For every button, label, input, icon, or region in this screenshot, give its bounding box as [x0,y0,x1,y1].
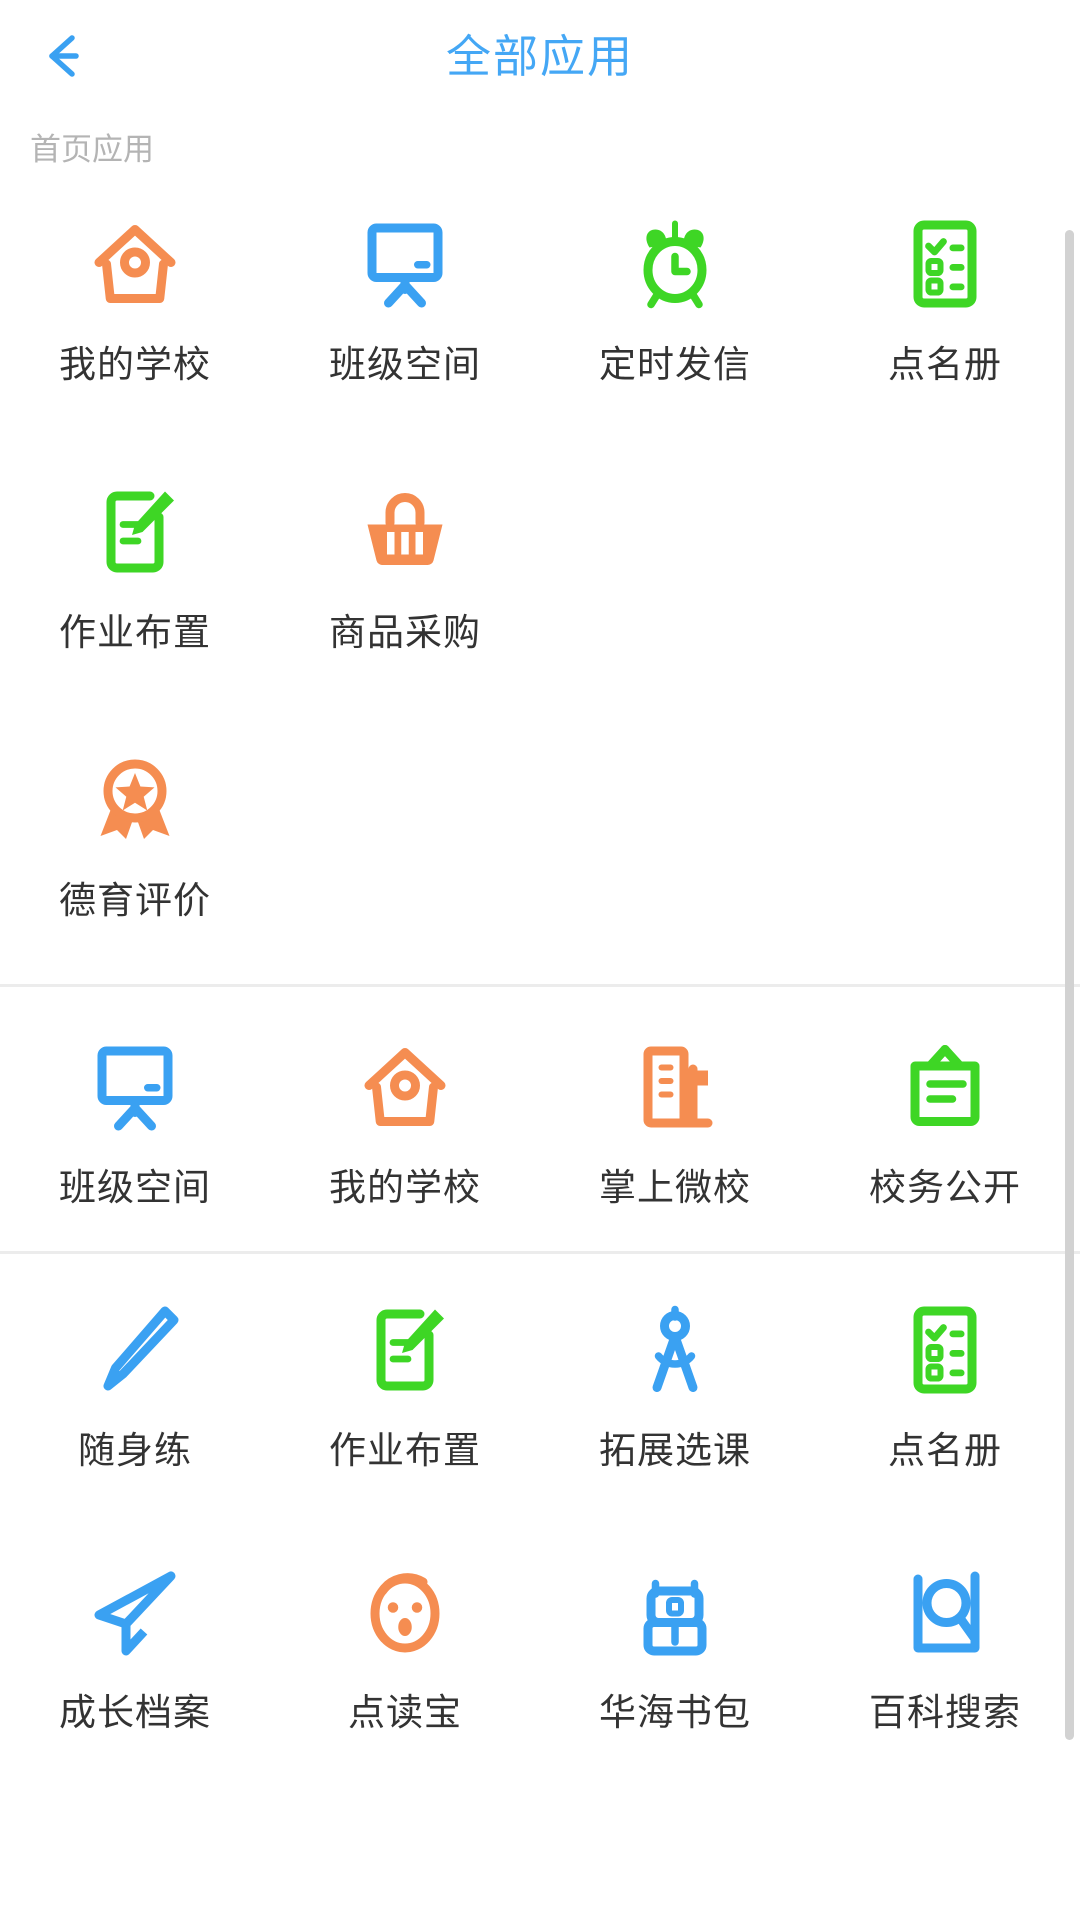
app-label: 校务公开 [869,1167,1021,1208]
app-label: 定时发信 [599,344,751,385]
app-label: 商品采购 [329,612,481,653]
face-icon [357,1564,453,1660]
app-label: 作业布置 [329,1430,481,1471]
scrollbar-thumb[interactable] [1065,230,1074,1740]
page-header: 全部应用 [0,0,1080,112]
app-label: 点名册 [888,344,1002,385]
app-item[interactable]: 作业布置 [270,1260,540,1522]
app-item[interactable]: 作业布置 [0,442,270,710]
backpack-icon [627,1564,723,1660]
app-item[interactable]: 随身练 [0,1260,270,1522]
app-label: 班级空间 [59,1167,211,1208]
app-label: 班级空间 [329,344,481,385]
app-label: 德育评价 [59,880,211,921]
app-label: 成长档案 [59,1692,211,1733]
building-flag-icon [627,1039,723,1135]
app-item[interactable]: 点读宝 [270,1522,540,1784]
note-pencil-icon [87,484,183,580]
app-item[interactable]: 我的学校 [0,174,270,442]
app-label: 作业布置 [59,612,211,653]
app-label: 我的学校 [329,1167,481,1208]
back-button[interactable] [24,10,116,102]
app-item[interactable]: 点名册 [810,174,1080,442]
paper-plane-icon [87,1564,183,1660]
search-page-icon [897,1564,993,1660]
house-icon [87,216,183,312]
app-grid: 班级空间 我的学校 掌上微校 校务公开 [0,997,1080,1251]
app-item[interactable]: 我的学校 [270,997,540,1251]
app-label: 我的学校 [59,344,211,385]
app-item[interactable]: 班级空间 [0,997,270,1251]
app-section-3: 随身练 作业布置 拓展选课 点名册成长档案 点读宝 华海书包 百科搜索 [0,1251,1080,1784]
page-title: 全部应用 [445,30,634,82]
scrollbar-track[interactable] [1065,112,1077,1920]
app-item[interactable]: 商品采购 [270,442,540,710]
app-item[interactable]: 华海书包 [540,1522,810,1784]
app-label: 拓展选课 [599,1430,751,1471]
app-item[interactable]: 校务公开 [810,997,1080,1251]
app-cell-empty [810,442,1080,710]
all-apps-screen: 全部应用 首页应用 我的学校 班级空间 定时发信 点名册 作业布置 商品采购 德育评价 班级空间… [0,0,1080,1920]
medal-star-icon [87,752,183,848]
checklist-icon [897,216,993,312]
app-item[interactable]: 掌上微校 [540,997,810,1251]
basket-icon [357,484,453,580]
app-cell-empty [540,442,810,710]
app-item[interactable]: 拓展选课 [540,1260,810,1522]
app-label: 点读宝 [348,1692,462,1733]
pen-icon [87,1302,183,1398]
app-label: 百科搜索 [869,1692,1021,1733]
app-item[interactable]: 德育评价 [0,710,270,978]
app-section-2: 班级空间 我的学校 掌上微校 校务公开 [0,984,1080,1251]
sections-container: 首页应用 我的学校 班级空间 定时发信 点名册 作业布置 商品采购 德育评价 班级空间 我的学校掌… [0,112,1080,1784]
whiteboard-icon [357,216,453,312]
app-item[interactable]: 成长档案 [0,1522,270,1784]
app-label: 随身练 [78,1430,192,1471]
alarm-clock-icon [627,216,723,312]
house-icon [357,1039,453,1135]
app-label: 点名册 [888,1430,1002,1471]
app-label: 华海书包 [599,1692,751,1733]
note-pencil-icon [357,1302,453,1398]
compass-icon [627,1302,723,1398]
app-item[interactable]: 百科搜索 [810,1522,1080,1784]
app-item[interactable]: 班级空间 [270,174,540,442]
app-item[interactable]: 定时发信 [540,174,810,442]
app-section-1: 首页应用我的学校 班级空间 定时发信 点名册作业布置 商品采购德育评价 [0,112,1080,984]
app-label: 掌上微校 [599,1167,751,1208]
whiteboard-icon [87,1039,183,1135]
app-grid: 我的学校 班级空间 定时发信 点名册作业布置 商品采购德育评价 [0,174,1080,984]
checklist-icon [897,1302,993,1398]
back-arrow-icon [38,24,102,88]
app-grid: 随身练 作业布置 拓展选课 点名册成长档案 点读宝 华海书包 百科搜索 [0,1260,1080,1784]
app-item[interactable]: 点名册 [810,1260,1080,1522]
noticeboard-icon [897,1039,993,1135]
section-title: 首页应用 [30,132,154,167]
